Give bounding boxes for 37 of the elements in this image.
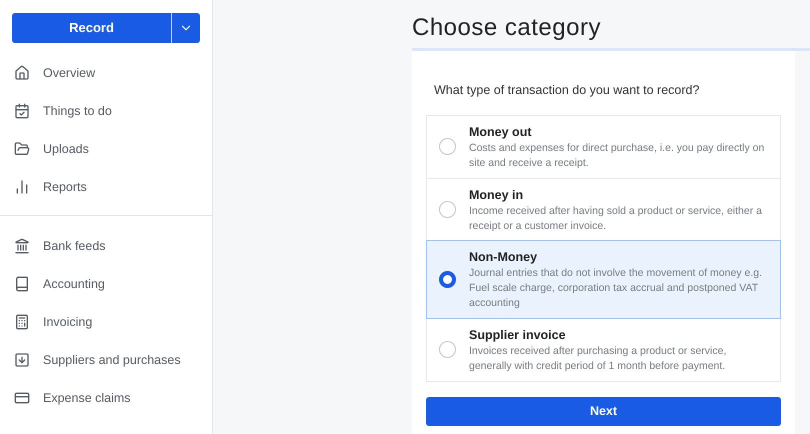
option-description: Journal entries that do not involve the movement of money e.g. Fuel scale charge, corporation tax accrual and postponed VAT accounting [469, 266, 764, 311]
option-description: Costs and expenses for direct purchase, i.e. you pay directly on site and receive a receipt. [469, 140, 766, 171]
option-row[interactable]: Money in Income received after having sold a product or service, either a receipt or a customer invoice. [427, 178, 780, 241]
option-row[interactable]: Non-Money Journal entries that do not involve the movement of money e.g. Fuel scale charge, corporation tax accrual and postponed VAT accounting [427, 240, 780, 318]
sidebar-item[interactable]: Accounting [0, 265, 212, 303]
sidebar-item[interactable]: Expense claims [0, 379, 212, 417]
option-title: Non-Money [469, 248, 538, 266]
option-description: Invoices received after purchasing a product or service, generally with credit period of 1 month before payment. [469, 344, 728, 374]
sidebar-item[interactable]: Suppliers and purchases [0, 341, 212, 379]
calculator-icon [14, 314, 30, 330]
sidebar-item[interactable]: Bank feeds [0, 227, 212, 265]
home-icon [14, 65, 30, 81]
page-title: Choose category [412, 13, 602, 43]
sidebar-item[interactable]: Invoicing [0, 303, 212, 341]
sidebar-item[interactable]: Reports [0, 168, 212, 206]
radio-button[interactable] [439, 138, 456, 156]
folder-icon [14, 141, 30, 157]
next-button[interactable]: Next [426, 396, 781, 426]
record-menu-button[interactable] [171, 13, 200, 43]
option-description: Income received after having sold a product or service, either a receipt or a customer invoice. [469, 204, 763, 234]
bank-icon [14, 238, 30, 254]
card-icon [14, 390, 30, 406]
option-title: Money out [469, 124, 532, 141]
radio-button[interactable] [439, 341, 456, 358]
option-title: Supplier invoice [469, 326, 567, 344]
calendar-check-icon [14, 103, 30, 119]
sidebar-item[interactable]: Things to do [0, 92, 212, 130]
radio-button[interactable] [439, 270, 456, 288]
sidebar-item[interactable]: Uploads [0, 130, 212, 168]
sidebar-item[interactable]: Overview [0, 54, 212, 92]
book-icon [14, 276, 30, 292]
question-text: What type of transaction do you want to record? [434, 82, 700, 99]
radio-button[interactable] [439, 201, 456, 218]
record-button[interactable]: Record [12, 13, 171, 43]
option-title: Money in [469, 186, 524, 204]
bar-chart-icon [14, 179, 30, 195]
download-box-icon [14, 352, 30, 368]
